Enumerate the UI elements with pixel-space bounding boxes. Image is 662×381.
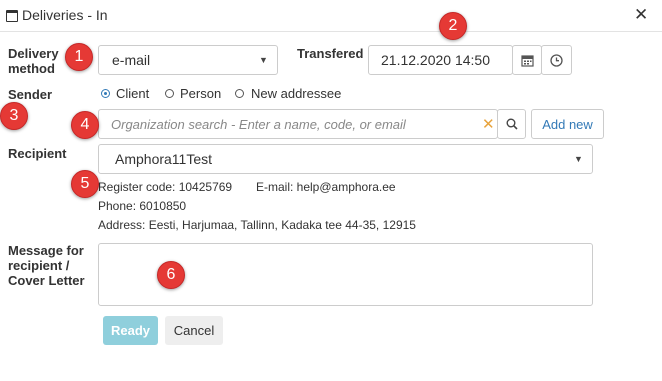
search-placeholder: Organization search - Enter a name, code… xyxy=(111,117,406,132)
sender-radio-group: Client Person New addressee xyxy=(101,86,361,102)
search-button[interactable] xyxy=(497,109,526,139)
annotation-badge-2: 2 xyxy=(439,12,467,40)
radio-client-label[interactable]: Client xyxy=(116,86,149,101)
register-code: Register code: 10425769 xyxy=(98,180,233,194)
transferred-label: Transfered xyxy=(297,46,364,61)
window-icon xyxy=(6,10,18,22)
annotation-badge-6: 6 xyxy=(157,261,185,289)
close-icon[interactable]: ✕ xyxy=(634,5,648,25)
organization-search-input[interactable]: Organization search - Enter a name, code… xyxy=(98,109,498,139)
title-bar: Deliveries - In ✕ xyxy=(0,0,662,32)
clock-button[interactable] xyxy=(541,45,572,75)
window-title: Deliveries - In xyxy=(22,7,108,23)
radio-person-label[interactable]: Person xyxy=(180,86,221,101)
radio-person[interactable] xyxy=(165,89,174,98)
recipient-phone: Phone: 6010850 xyxy=(98,199,187,213)
clock-icon xyxy=(550,53,563,67)
chevron-down-icon: ▼ xyxy=(574,154,583,164)
recipient-value: Amphora11Test xyxy=(115,151,213,167)
annotation-badge-1: 1 xyxy=(65,43,93,71)
annotation-badge-3: 3 xyxy=(0,102,28,130)
calendar-icon xyxy=(520,54,534,67)
annotation-badge-4: 4 xyxy=(71,111,99,139)
ready-button[interactable]: Ready xyxy=(103,316,158,345)
calendar-button[interactable] xyxy=(512,45,542,75)
recipient-email: E-mail: help@amphora.ee xyxy=(256,180,396,194)
transferred-datetime-input[interactable]: 21.12.2020 14:50 xyxy=(368,45,513,75)
radio-client[interactable] xyxy=(101,89,110,98)
cancel-button[interactable]: Cancel xyxy=(165,316,223,345)
add-new-button[interactable]: Add new xyxy=(531,109,604,139)
recipient-address: Address: Eesti, Harjumaa, Tallinn, Kadak… xyxy=(98,218,416,232)
clear-icon[interactable]: ✕ xyxy=(482,115,495,133)
chevron-down-icon: ▼ xyxy=(259,55,268,65)
transferred-value: 21.12.2020 14:50 xyxy=(381,52,490,68)
radio-new-addressee[interactable] xyxy=(235,89,244,98)
delivery-method-select[interactable]: e-mail ▼ xyxy=(98,45,278,75)
search-icon xyxy=(506,118,518,130)
delivery-method-value: e-mail xyxy=(112,52,151,68)
radio-new-addressee-label[interactable]: New addressee xyxy=(251,86,341,101)
annotation-badge-5: 5 xyxy=(71,170,99,198)
message-label: Message for recipient / Cover Letter xyxy=(8,243,85,288)
recipient-select[interactable]: Amphora11Test ▼ xyxy=(98,144,593,174)
recipient-label: Recipient xyxy=(8,146,67,161)
sender-label: Sender xyxy=(8,87,53,102)
delivery-method-label: Delivery method xyxy=(8,46,59,76)
